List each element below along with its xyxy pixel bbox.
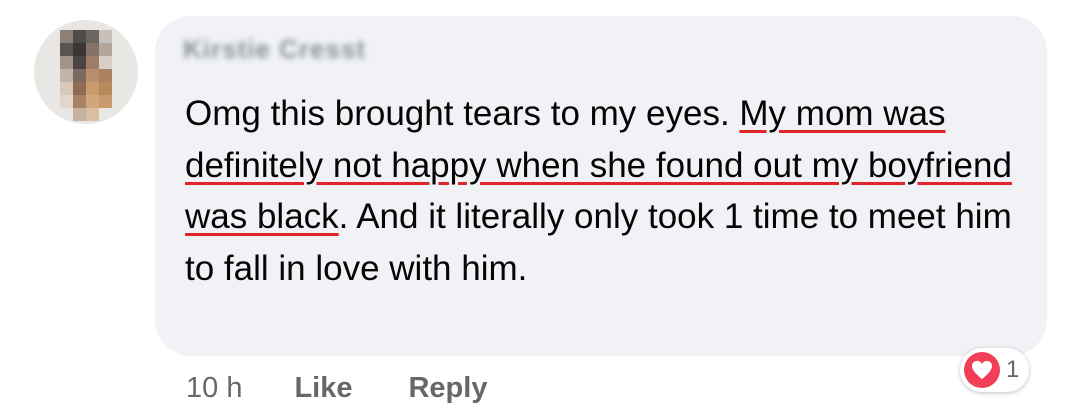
reaction-summary[interactable]: 1 bbox=[960, 348, 1030, 392]
reply-button[interactable]: Reply bbox=[408, 372, 487, 405]
timestamp[interactable]: 10 h bbox=[186, 372, 242, 405]
author-name-blurred[interactable]: Kirstie Cresst bbox=[183, 34, 366, 64]
reaction-count: 1 bbox=[1006, 356, 1020, 383]
author-name[interactable]: Kirstie Cresst bbox=[183, 34, 366, 65]
comment-actions: 10 h Like Reply bbox=[186, 368, 543, 408]
comment: Kirstie Cresst Omg this brought tears to… bbox=[0, 0, 1080, 420]
like-button[interactable]: Like bbox=[294, 372, 352, 405]
comment-bubble: Kirstie Cresst Omg this brought tears to… bbox=[155, 16, 1047, 356]
avatar[interactable] bbox=[34, 20, 138, 124]
heart-icon bbox=[964, 352, 1000, 388]
comment-text-start: Omg this brought tears to my eyes. bbox=[185, 94, 740, 133]
comment-text: Omg this brought tears to my eyes. My mo… bbox=[185, 88, 1025, 294]
